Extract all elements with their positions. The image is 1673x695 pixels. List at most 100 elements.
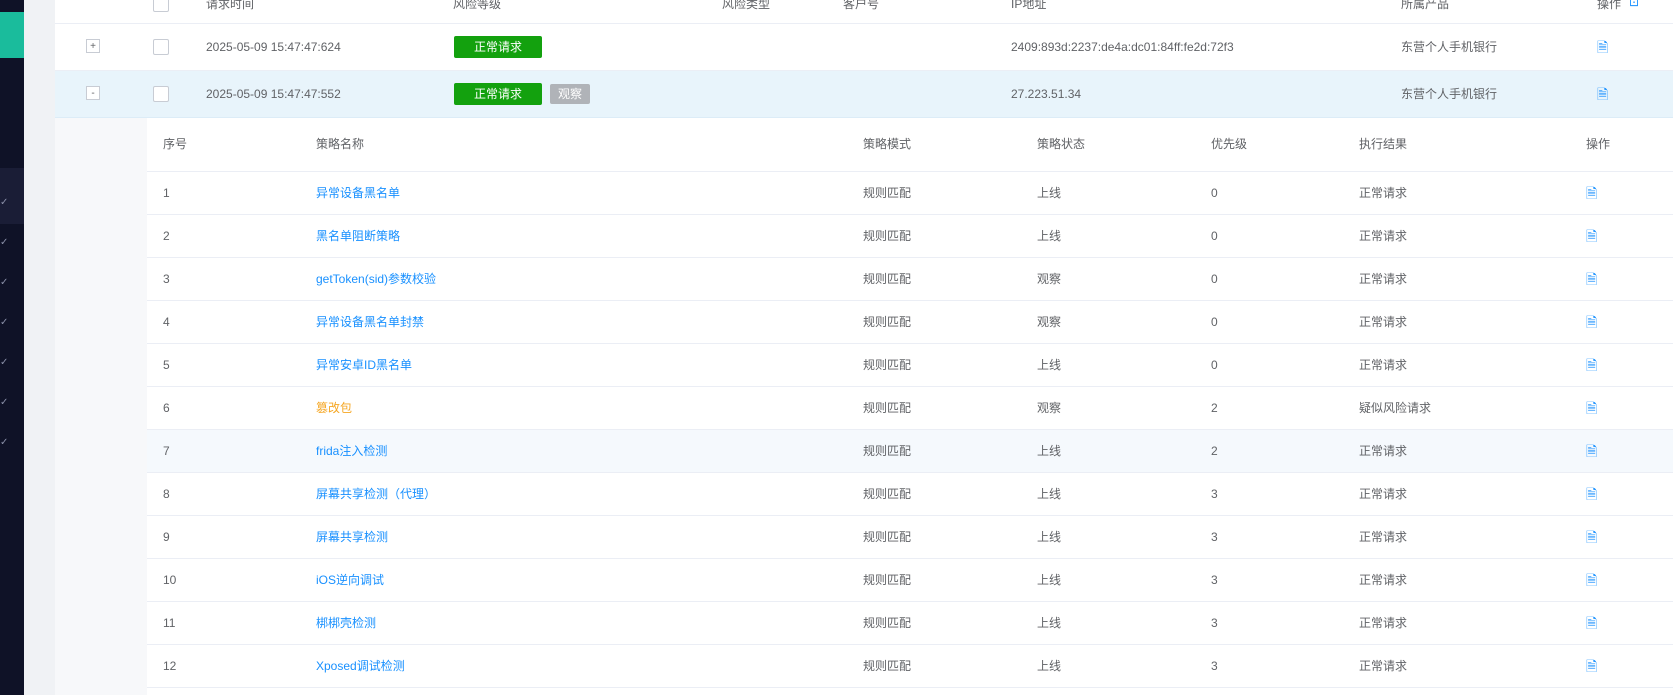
exec-result: 正常请求 <box>1359 358 1408 372</box>
list-item: 6 篡改包 规则匹配 观察 2 疑似风险请求 🗎 <box>147 387 1673 430</box>
document-icon[interactable]: 🗎 <box>1586 398 1597 422</box>
list-item: 4 异常设备黑名单封禁 规则匹配 观察 0 正常请求 🗎 <box>147 301 1673 344</box>
table-row-expanded: - 2025-05-09 15:47:47:552 正常请求 观察 27.223… <box>55 71 1673 118</box>
chevron-down-icon[interactable]: ✓ <box>0 358 10 368</box>
exec-result: 正常请求 <box>1359 444 1408 458</box>
risk-level-tag: 正常请求 <box>454 83 543 105</box>
list-item: 8 屏幕共享检测（代理） 规则匹配 上线 3 正常请求 🗎 <box>147 473 1673 516</box>
strategy-status: 上线 <box>1037 616 1062 630</box>
strategy-status: 上线 <box>1037 487 1062 501</box>
strategy-name-link[interactable]: 黑名单阻断策略 <box>316 215 400 257</box>
row-index: 6 <box>163 401 170 415</box>
sidebar-selected-item[interactable] <box>0 168 24 224</box>
document-icon[interactable]: 🗎 <box>1586 613 1597 637</box>
export-icon[interactable]: ⊡ <box>1629 0 1639 9</box>
document-icon[interactable]: 🗎 <box>1586 527 1597 551</box>
document-icon[interactable]: 🗎 <box>1586 570 1597 594</box>
document-icon[interactable]: 🗎 <box>1586 226 1597 250</box>
chevron-down-icon[interactable]: ✓ <box>0 278 10 288</box>
list-item: 7 frida注入检测 规则匹配 上线 2 正常请求 🗎 <box>147 430 1673 473</box>
main-content: 请求时间 风险等级 风险类型 客户号 IP地址 所属产品 操作 ⊡ + 2025… <box>55 0 1673 695</box>
row-index: 10 <box>163 573 177 587</box>
strategy-mode: 规则匹配 <box>863 272 912 286</box>
strategy-mode: 规则匹配 <box>863 229 912 243</box>
priority: 0 <box>1211 358 1218 372</box>
strategy-name-link[interactable]: 屏幕共享检测 <box>316 516 388 558</box>
document-icon[interactable]: 🗎 <box>1586 656 1597 680</box>
row-checkbox[interactable] <box>153 86 169 102</box>
document-icon[interactable]: 🗎 <box>1586 312 1597 336</box>
strategy-name-link[interactable]: 屏幕共享检测（代理） <box>316 473 436 515</box>
header-action: 操作 <box>1586 137 1611 151</box>
exec-result: 正常请求 <box>1359 573 1408 587</box>
expanded-detail-area: 序号 策略名称 策略模式 策略状态 优先级 执行结果 操作 1 异常设备黑名单 规则… <box>55 118 1673 695</box>
strategy-name-link[interactable]: Xposed调试检测 <box>316 645 405 687</box>
document-icon[interactable]: 🗎 <box>1597 84 1608 108</box>
list-item: 12 Xposed调试检测 规则匹配 上线 3 正常请求 🗎 <box>147 645 1673 688</box>
document-icon[interactable]: 🗎 <box>1586 183 1597 207</box>
strategy-mode: 规则匹配 <box>863 444 912 458</box>
chevron-down-icon[interactable]: ✓ <box>0 438 10 448</box>
priority: 3 <box>1211 616 1218 630</box>
sidebar: ✓ ✓ ✓ ✓ ✓ ✓ ✓ <box>0 0 24 695</box>
strategy-status: 观察 <box>1037 401 1062 415</box>
header-strategy-mode: 策略模式 <box>863 137 912 151</box>
select-all-checkbox[interactable] <box>153 0 169 12</box>
strategy-table: 序号 策略名称 策略模式 策略状态 优先级 执行结果 操作 1 异常设备黑名单 规则… <box>147 118 1673 695</box>
header-request-time: 请求时间 <box>206 0 255 11</box>
document-icon[interactable]: 🗎 <box>1597 37 1608 61</box>
strategy-name-link[interactable]: 异常安卓ID黑名单 <box>316 344 412 386</box>
chevron-down-icon[interactable]: ✓ <box>0 318 10 328</box>
strategy-mode: 规则匹配 <box>863 530 912 544</box>
chevron-down-icon[interactable]: ✓ <box>0 398 10 408</box>
document-icon[interactable]: 🗎 <box>1586 484 1597 508</box>
strategy-name-link[interactable]: 篡改包 <box>316 387 352 429</box>
header-exec-result: 执行结果 <box>1359 137 1408 151</box>
chevron-down-icon[interactable]: ✓ <box>0 238 10 248</box>
ip-address: 2409:893d:2237:de4a:dc01:84ff:fe2d:72f3 <box>1011 40 1234 54</box>
strategy-mode: 规则匹配 <box>863 659 912 673</box>
strategy-name-link[interactable]: iOS逆向调试 <box>316 559 384 601</box>
strategy-name-link[interactable]: 异常设备黑名单封禁 <box>316 301 424 343</box>
priority: 2 <box>1211 444 1218 458</box>
list-item: 2 黑名单阻断策略 规则匹配 上线 0 正常请求 🗎 <box>147 215 1673 258</box>
document-icon[interactable]: 🗎 <box>1586 269 1597 293</box>
list-item: 9 屏幕共享检测 规则匹配 上线 3 正常请求 🗎 <box>147 516 1673 559</box>
header-product: 所属产品 <box>1401 0 1450 11</box>
strategy-status: 上线 <box>1037 186 1062 200</box>
strategy-name-link[interactable]: 异常设备黑名单 <box>316 172 400 214</box>
strategy-name-link[interactable]: frida注入检测 <box>316 430 387 472</box>
row-checkbox[interactable] <box>153 39 169 55</box>
header-customer-no: 客户号 <box>843 0 880 11</box>
exec-result: 正常请求 <box>1359 315 1408 329</box>
strategy-mode: 规则匹配 <box>863 616 912 630</box>
strategy-name-link[interactable]: 梆梆壳检测 <box>316 602 376 644</box>
document-icon[interactable]: 🗎 <box>1586 441 1597 465</box>
row-index: 11 <box>163 616 176 630</box>
priority: 0 <box>1211 315 1218 329</box>
strategy-name-link[interactable]: getToken(sid)参数校验 <box>316 258 436 300</box>
chevron-down-icon[interactable]: ✓ <box>0 198 10 208</box>
row-index: 5 <box>163 358 170 372</box>
product-name: 东营个人手机银行 <box>1401 40 1498 54</box>
ip-address: 27.223.51.34 <box>1011 87 1082 101</box>
sidebar-active-item[interactable] <box>0 12 24 58</box>
row-index: 1 <box>163 186 170 200</box>
product-name: 东营个人手机银行 <box>1401 87 1498 101</box>
priority: 3 <box>1211 659 1218 673</box>
header-strategy-name: 策略名称 <box>316 137 365 151</box>
row-index: 2 <box>163 229 170 243</box>
request-time: 2025-05-09 15:47:47:624 <box>206 40 341 54</box>
exec-result: 正常请求 <box>1359 186 1408 200</box>
strategy-mode: 规则匹配 <box>863 487 912 501</box>
priority: 3 <box>1211 487 1218 501</box>
strategy-status: 上线 <box>1037 229 1062 243</box>
row-index: 8 <box>163 487 170 501</box>
collapse-row-button[interactable]: - <box>86 86 100 100</box>
header-risk-type: 风险类型 <box>722 0 771 11</box>
strategy-mode: 规则匹配 <box>863 401 912 415</box>
priority: 0 <box>1211 229 1218 243</box>
expand-row-button[interactable]: + <box>86 39 100 53</box>
document-icon[interactable]: 🗎 <box>1586 355 1597 379</box>
list-item: 3 getToken(sid)参数校验 规则匹配 观察 0 正常请求 🗎 <box>147 258 1673 301</box>
